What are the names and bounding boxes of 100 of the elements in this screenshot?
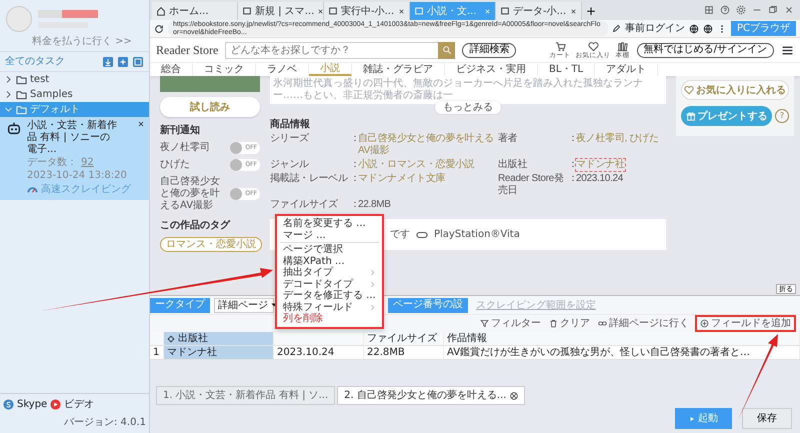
count-label: データ数：: [27, 156, 77, 169]
settings-icon[interactable]: [736, 5, 746, 15]
section-heading: この作品のタグ: [160, 220, 232, 232]
table-cell: 2023.10.24: [274, 346, 364, 359]
globe-icon[interactable]: [688, 24, 699, 34]
browser-tab[interactable]: ホーム...: [152, 2, 238, 20]
info-colon: ：: [568, 173, 576, 186]
restore-icon[interactable]: [768, 5, 778, 15]
menu-item[interactable]: マージ ...: [277, 230, 382, 241]
folder-icon: [16, 89, 27, 100]
menu-icon[interactable]: [781, 44, 794, 56]
task-title: 小説・文芸・新着作品 有料 | ソニーの電子...: [27, 120, 118, 156]
notify-label: 夜ノ杜零司: [160, 142, 211, 154]
tree-item[interactable]: Samples: [0, 87, 149, 102]
close-icon[interactable]: [398, 8, 405, 14]
page-icon: [328, 6, 338, 16]
menu-item[interactable]: データを修正する ...: [277, 290, 382, 302]
search-icon[interactable]: [442, 45, 452, 55]
task-tab[interactable]: 1. 小説・文芸・新着作品 有料 | ソ...: [156, 386, 336, 405]
grid-icon[interactable]: [704, 5, 714, 15]
menu-item[interactable]: 構築XPath ...: [277, 256, 382, 267]
tree-item[interactable]: test: [0, 72, 149, 87]
info-colon: ：: [350, 159, 358, 171]
video-icon: [50, 399, 62, 410]
notify-label: ひげた: [160, 159, 191, 171]
browser-tab[interactable]: 実行中-小...: [324, 2, 410, 20]
info-label: 出版社: [498, 159, 528, 171]
page-icon: [414, 6, 424, 16]
search-field[interactable]: どんな本をお探しですか？: [225, 42, 438, 58]
device-note: です: [390, 228, 410, 242]
task-list-label: 全てのタスク: [5, 55, 66, 69]
info-colon: ：: [350, 173, 358, 186]
info-label: 著者: [498, 133, 518, 146]
skype-icon: [3, 399, 14, 410]
heart-icon: [588, 41, 599, 52]
page-icon: [500, 6, 510, 16]
menu-item[interactable]: 名前を変更する ...: [277, 218, 382, 230]
info-colon: ：: [568, 133, 576, 146]
browser-tab[interactable]: 新規 | スマ...: [238, 2, 324, 20]
count-value: 92: [81, 156, 94, 169]
info-label: 掲載誌・レーベル: [270, 173, 349, 186]
chevron-right-icon: [368, 304, 376, 311]
toolbar-button[interactable]: クリア: [547, 316, 592, 331]
version-label: バージョン: 4.0.1: [64, 416, 146, 430]
close-icon[interactable]: [570, 8, 577, 14]
save-button[interactable]: 保存: [742, 408, 792, 429]
robot-icon: [6, 120, 22, 136]
task-time: 2023-10-24 13:8:20: [27, 169, 127, 182]
download-icon[interactable]: [102, 56, 114, 68]
column-header: 出版社: [178, 332, 208, 346]
device-name: PlayStation®Vita: [434, 228, 520, 242]
table-cell: 22.8MB: [364, 346, 444, 359]
target-icon: [167, 334, 175, 342]
filter-icon: [480, 319, 489, 328]
info-colon: ：: [350, 199, 358, 211]
store-logo: Reader Store: [156, 42, 218, 59]
close-icon[interactable]: [510, 392, 518, 400]
add-icon: [700, 319, 709, 328]
page-select[interactable]: 詳細ページ: [214, 298, 274, 312]
close-icon[interactable]: [317, 8, 324, 14]
section-heading: 商品情報: [270, 119, 311, 131]
cart-icon: [554, 41, 566, 52]
help-icon[interactable]: [720, 5, 730, 15]
toolbar-button[interactable]: フィールドを追加: [695, 315, 796, 332]
menu-item[interactable]: ページで選択: [277, 244, 382, 256]
menu-item[interactable]: 列を削除: [277, 313, 382, 324]
folder-icon: [16, 74, 27, 85]
gift-icon: [686, 111, 696, 121]
page-icon: [242, 6, 252, 16]
edit-icon[interactable]: [612, 24, 621, 33]
section-heading: 新刊通知: [160, 125, 201, 137]
task-item[interactable]: 小説・文芸・新着作品 有料 | ソニーの電子... データ数： 92 2023-10-24 13:8:20 高速スクレイピング: [0, 117, 149, 200]
link-icon: [598, 319, 607, 328]
signin-button[interactable]: 無料ではじめる/サインイン: [636, 42, 774, 58]
skype-link[interactable]: Skype: [17, 397, 48, 412]
menu-item[interactable]: 特殊フィールド: [277, 302, 382, 313]
browser-tab[interactable]: データ-小...: [496, 2, 582, 20]
new-tab-button[interactable]: +: [582, 2, 600, 20]
heart-icon: [684, 85, 694, 95]
video-link[interactable]: ビデオ: [64, 397, 94, 412]
toolbar-button[interactable]: 詳細ページに行く: [596, 316, 691, 331]
bookshelf-icon: [617, 41, 628, 52]
more-button[interactable]: もっとみる: [435, 101, 501, 114]
menu-item[interactable]: 抽出タイプ: [277, 267, 382, 278]
globe-icon[interactable]: [702, 24, 713, 34]
column-header: ファイルサイズ: [364, 332, 444, 345]
advanced-search-button[interactable]: 詳細検索: [462, 42, 516, 58]
refresh-icon[interactable]: [154, 24, 164, 34]
folder-icon: [16, 104, 27, 115]
add-task-icon[interactable]: [117, 56, 129, 68]
menu-item[interactable]: デコードタイプ: [277, 278, 382, 290]
info-label: Reader Store発売日: [498, 173, 565, 197]
pre-login-link[interactable]: 事前ログイン: [624, 21, 685, 36]
home-icon: [156, 6, 166, 16]
info-label: ファイルサイズ: [270, 199, 339, 211]
toolbar-button[interactable]: フィルター: [478, 316, 543, 331]
task-tab[interactable]: 2. 自己啓発少女と俺の夢を叶える...: [337, 386, 526, 405]
close-icon[interactable]: [137, 120, 145, 128]
info-value: 2023.10.24: [576, 173, 624, 186]
play-icon: [689, 416, 695, 422]
